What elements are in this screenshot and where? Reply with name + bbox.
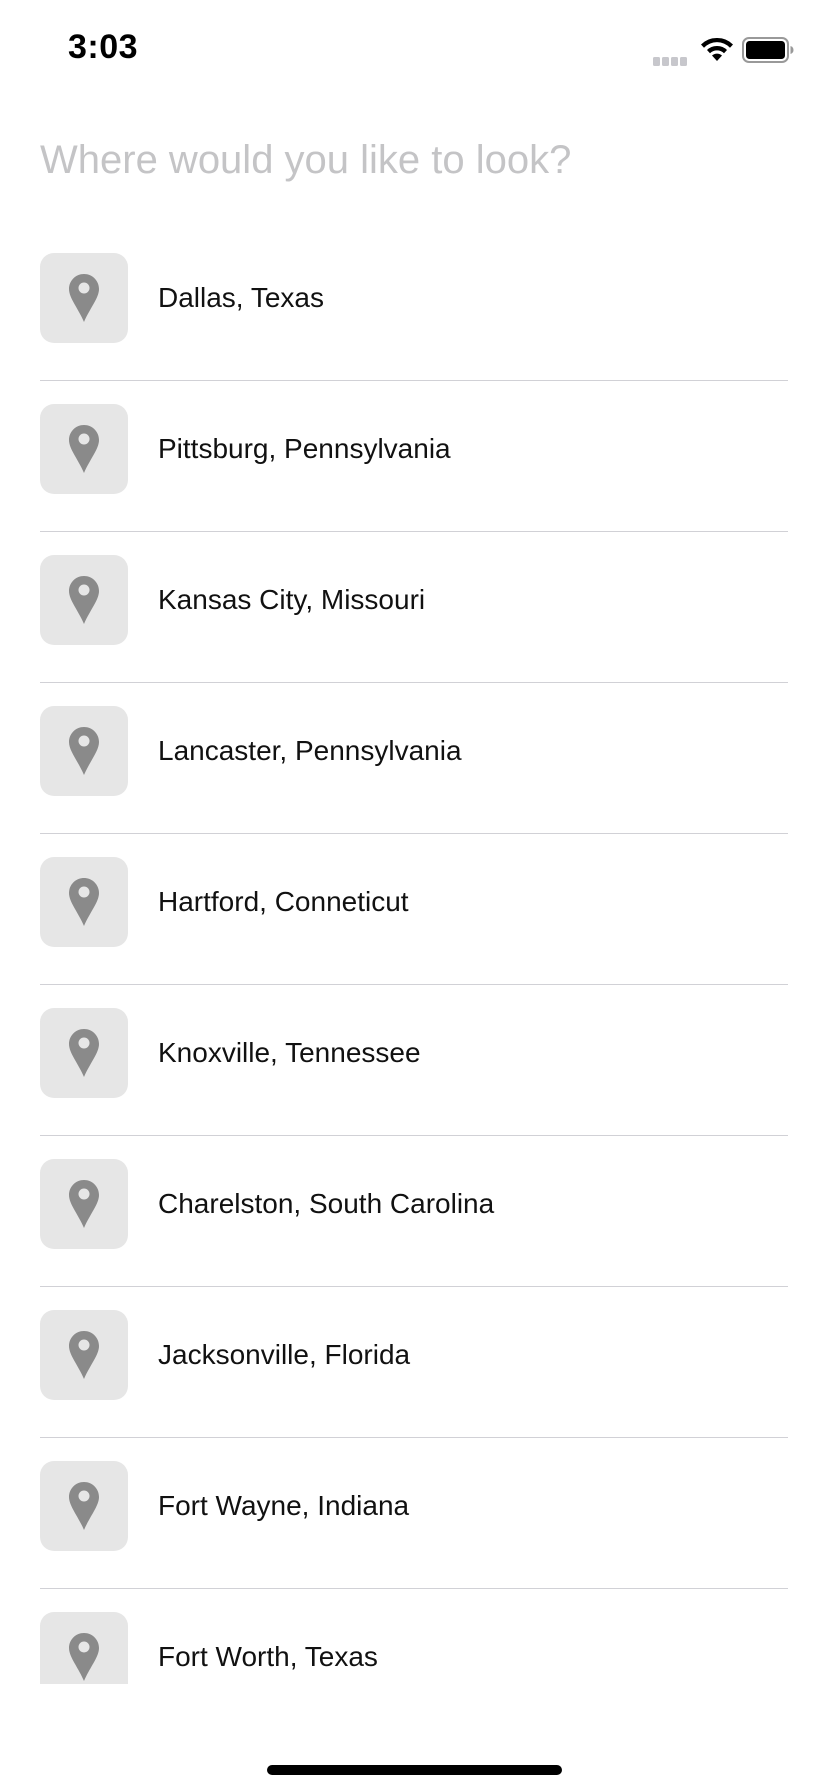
map-pin-icon: [69, 274, 99, 322]
map-pin-icon: [69, 425, 99, 473]
list-item[interactable]: Pittsburg, Pennsylvania: [40, 381, 788, 532]
list-item[interactable]: Knoxville, Tennessee: [40, 985, 788, 1136]
list-item-label: Pittsburg, Pennsylvania: [158, 433, 451, 464]
list-item[interactable]: Lancaster, Pennsylvania: [40, 683, 788, 834]
wifi-icon: [701, 37, 733, 61]
location-icon-tile: [40, 253, 128, 343]
list-item[interactable]: Jacksonville, Florida: [40, 1287, 788, 1438]
map-pin-icon: [69, 727, 99, 775]
list-item-label: Kansas City, Missouri: [158, 584, 426, 615]
home-indicator[interactable]: [267, 1765, 562, 1775]
location-icon-tile: [40, 1461, 128, 1551]
location-icon-tile: [40, 1159, 128, 1249]
list-item[interactable]: Kansas City, Missouri: [40, 532, 788, 683]
status-bar: 3:03: [0, 0, 828, 100]
location-icon-tile: [40, 857, 128, 947]
location-icon-tile: [40, 706, 128, 796]
map-pin-icon: [69, 576, 99, 624]
list-item[interactable]: Fort Wayne, Indiana: [40, 1438, 788, 1589]
location-icon-tile: [40, 555, 128, 645]
search-input[interactable]: [40, 130, 788, 190]
location-icon-tile: [40, 1008, 128, 1098]
cellular-signal-icon: [653, 53, 691, 66]
list-item-label: Hartford, Conneticut: [158, 886, 409, 917]
list-item-label: Dallas, Texas: [158, 282, 325, 313]
list-item[interactable]: Charelston, South Carolina: [40, 1136, 788, 1287]
location-icon-tile: [40, 404, 128, 494]
list-item-label: Fort Worth, Texas: [158, 1641, 378, 1672]
list-item[interactable]: Hartford, Conneticut: [40, 834, 788, 985]
list-item-label: Fort Wayne, Indiana: [158, 1490, 410, 1521]
list-item-label: Jacksonville, Florida: [158, 1339, 411, 1370]
location-icon-tile: [40, 1612, 128, 1684]
location-icon-tile: [40, 1310, 128, 1400]
list-item[interactable]: Dallas, Texas: [40, 230, 788, 381]
map-pin-icon: [69, 1633, 99, 1681]
list-item-label: Lancaster, Pennsylvania: [158, 735, 462, 766]
list-item[interactable]: Fort Worth, Texas: [40, 1589, 788, 1684]
results-list: Dallas, Texas Pittsburg, Pennsylvania Kans…: [0, 230, 828, 1684]
map-pin-icon: [69, 878, 99, 926]
map-pin-icon: [69, 1180, 99, 1228]
list-item-label: Knoxville, Tennessee: [158, 1037, 421, 1068]
map-pin-icon: [69, 1029, 99, 1077]
map-pin-icon: [69, 1482, 99, 1530]
map-pin-icon: [69, 1331, 99, 1379]
status-time: 3:03: [68, 28, 139, 66]
battery-icon: [742, 37, 794, 63]
list-item-label: Charelston, South Carolina: [158, 1188, 495, 1219]
